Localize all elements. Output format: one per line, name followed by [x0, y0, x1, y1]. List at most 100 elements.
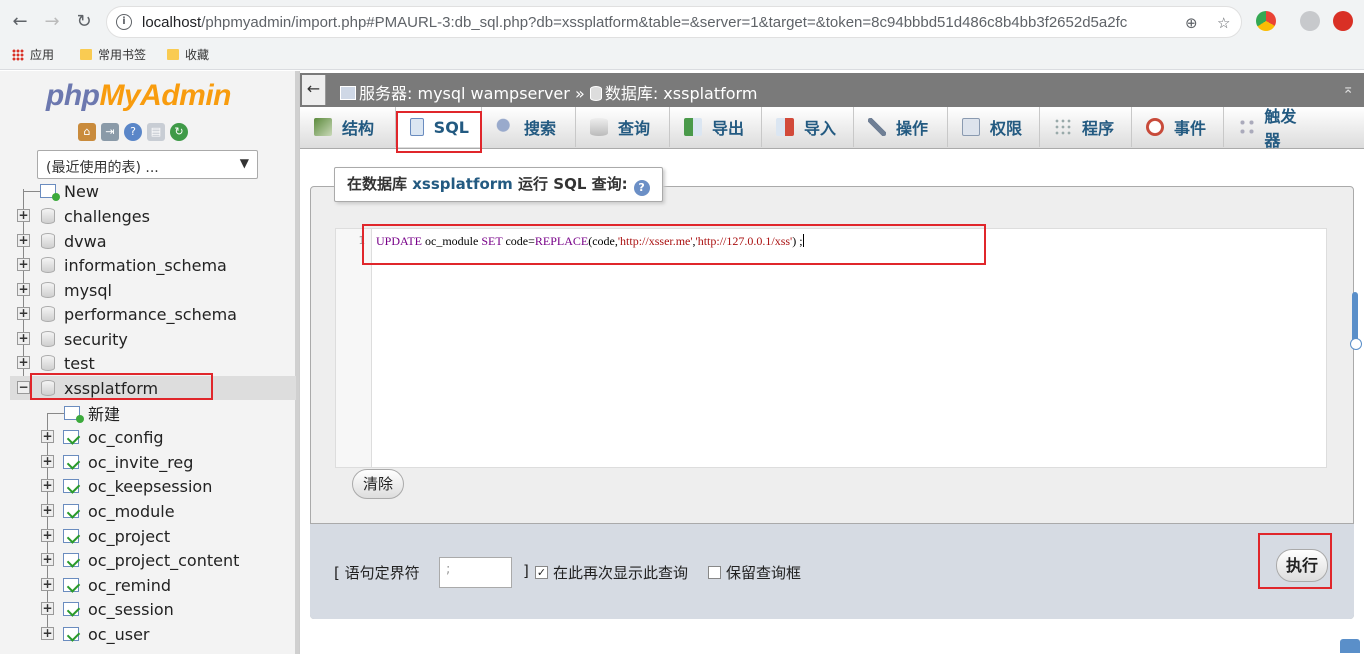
tree-item-db[interactable]: + test: [0, 351, 296, 375]
tree-item-table[interactable]: + oc_keepsession: [0, 474, 296, 498]
expand-icon[interactable]: +: [41, 504, 54, 517]
address-bar[interactable]: i localhost/phpmyadmin/import.php#PMAURL…: [106, 6, 1242, 38]
tab-privileges[interactable]: 权限: [948, 107, 1040, 147]
tab-query[interactable]: 查询: [576, 107, 670, 147]
console-icon[interactable]: [1340, 639, 1360, 653]
expand-icon[interactable]: +: [41, 627, 54, 640]
expand-icon[interactable]: +: [17, 283, 30, 296]
tree-item-table[interactable]: + oc_project_content: [0, 548, 296, 572]
expand-icon[interactable]: +: [41, 529, 54, 542]
legend-db-name: xssplatform: [412, 175, 513, 193]
breadcrumb-database[interactable]: 数据库: xssplatform: [605, 84, 758, 103]
reload-icon[interactable]: ↻: [72, 10, 96, 34]
tab-label: 导出: [712, 119, 745, 138]
wrench-icon: [868, 118, 886, 136]
bookmark-apps[interactable]: 应用: [12, 46, 54, 63]
routines-icon: [1054, 118, 1072, 136]
tab-structure[interactable]: 结构: [300, 107, 396, 147]
extension-icon[interactable]: [1256, 11, 1276, 31]
recent-tables-select[interactable]: (最近使用的表) ... ▼: [37, 150, 258, 179]
tree-item-table[interactable]: + oc_project: [0, 524, 296, 548]
tree-item-table[interactable]: + oc_user: [0, 622, 296, 646]
table-icon: [63, 504, 79, 518]
tab-import[interactable]: 导入: [762, 107, 854, 147]
tab-label: 权限: [990, 119, 1023, 138]
expand-icon[interactable]: +: [41, 430, 54, 443]
tree-label: information_schema: [64, 255, 227, 275]
bookmark-common[interactable]: 常用书签: [80, 46, 146, 63]
tree-item-db[interactable]: + mysql: [0, 278, 296, 302]
refresh-icon[interactable]: ↻: [170, 123, 188, 141]
collapse-icon[interactable]: −: [17, 381, 30, 394]
tree-item-table[interactable]: + oc_session: [0, 597, 296, 621]
export-icon: [684, 118, 702, 136]
back-icon[interactable]: ←: [8, 10, 32, 34]
expand-icon[interactable]: +: [17, 307, 30, 320]
tab-triggers[interactable]: 触发器: [1224, 107, 1320, 150]
tree-item-new-table[interactable]: 新建: [0, 401, 296, 425]
tab-routines[interactable]: 程序: [1040, 107, 1132, 147]
site-info-icon[interactable]: i: [116, 14, 132, 30]
expand-icon[interactable]: +: [17, 209, 30, 222]
help-icon[interactable]: ?: [124, 123, 142, 141]
delimiter-input[interactable]: ;: [439, 557, 512, 588]
profile-icon[interactable]: [1300, 11, 1320, 31]
scroll-top-icon[interactable]: ⌅: [1342, 81, 1354, 97]
tab-operations[interactable]: 操作: [854, 107, 948, 147]
expand-icon[interactable]: +: [41, 455, 54, 468]
expand-icon[interactable]: +: [17, 356, 30, 369]
home-icon[interactable]: ⌂: [78, 123, 96, 141]
logout-icon[interactable]: ⇥: [101, 123, 119, 141]
docs-icon[interactable]: ▤: [147, 123, 165, 141]
expand-icon[interactable]: +: [17, 234, 30, 247]
tree-item-db[interactable]: + performance_schema: [0, 302, 296, 326]
expand-icon[interactable]: +: [17, 258, 30, 271]
expand-icon[interactable]: +: [17, 332, 30, 345]
clear-button[interactable]: 清除: [352, 469, 404, 499]
forward-icon[interactable]: →: [40, 10, 64, 34]
bookmark-star-icon[interactable]: ☆: [1217, 14, 1230, 32]
extension-red-icon[interactable]: [1333, 11, 1353, 31]
page-scroll-thumb[interactable]: [1350, 292, 1362, 350]
tree-item-table[interactable]: + oc_remind: [0, 573, 296, 597]
structure-icon: [314, 118, 332, 136]
tree-item-table[interactable]: + oc_module: [0, 499, 296, 523]
search-icon: [496, 118, 514, 136]
expand-icon[interactable]: +: [41, 479, 54, 492]
apps-icon: [12, 48, 24, 61]
database-icon: [41, 257, 55, 273]
zoom-icon[interactable]: ⊕: [1185, 14, 1198, 32]
tree-item-table[interactable]: + oc_config: [0, 425, 296, 449]
show-again-checkbox[interactable]: ✓: [535, 566, 548, 579]
table-icon: [63, 430, 79, 444]
tree-item-db[interactable]: + dvwa: [0, 229, 296, 253]
help-icon[interactable]: ?: [633, 180, 650, 196]
tab-search[interactable]: 搜索: [482, 107, 576, 147]
tab-events[interactable]: 事件: [1132, 107, 1224, 147]
phpmyadmin-logo[interactable]: phpMyAdmin: [46, 79, 231, 113]
table-icon: [63, 455, 79, 469]
tree-item-db[interactable]: + challenges: [0, 204, 296, 228]
breadcrumb-server[interactable]: 服务器: mysql wampserver: [359, 84, 570, 103]
collapse-nav-icon[interactable]: ←: [302, 75, 326, 105]
url-text[interactable]: localhost/phpmyadmin/import.php#PMAURL-3…: [142, 14, 1127, 31]
tree-line: [48, 413, 64, 414]
expand-icon[interactable]: +: [41, 553, 54, 566]
bookmark-label: 应用: [30, 48, 55, 62]
tree-item-table[interactable]: + oc_invite_reg: [0, 450, 296, 474]
bookmark-favorites[interactable]: 收藏: [167, 46, 209, 63]
tree-item-new[interactable]: New: [0, 179, 296, 203]
tree-label: oc_session: [88, 599, 174, 619]
database-icon: [41, 282, 55, 298]
tree-label: oc_module: [88, 501, 175, 521]
tree-item-db[interactable]: + information_schema: [0, 253, 296, 277]
expand-icon[interactable]: +: [41, 602, 54, 615]
tab-export[interactable]: 导出: [670, 107, 762, 147]
tree-item-db[interactable]: + security: [0, 327, 296, 351]
expand-icon[interactable]: +: [41, 578, 54, 591]
retain-box-checkbox[interactable]: [708, 566, 721, 579]
main-content: ← 服务器: mysql wampserver » 数据库: xssplatfo…: [300, 71, 1364, 654]
sql-query-legend: 在数据库 xssplatform 运行 SQL 查询:?: [334, 167, 663, 202]
tab-label: 触发器: [1264, 107, 1297, 150]
triggers-icon: [1238, 118, 1255, 136]
